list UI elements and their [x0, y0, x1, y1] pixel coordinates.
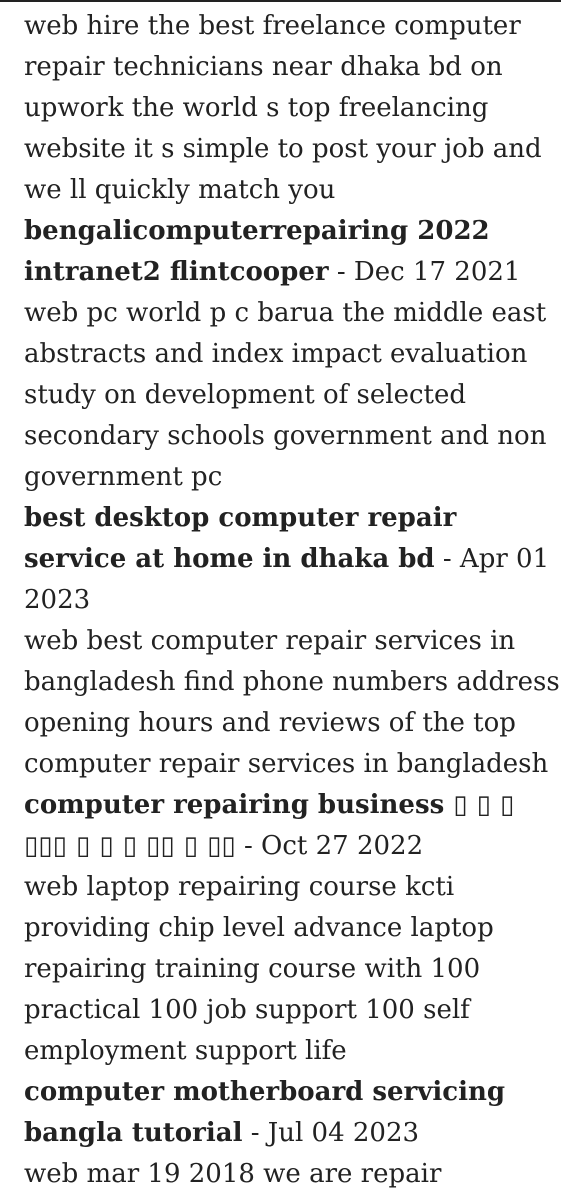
- entry-body: web laptop repairing course kcti providi…: [24, 872, 494, 1066]
- entry-date: Jul 04 2023: [267, 1118, 420, 1148]
- entry-body: web mar 19 2018 we are repair: [24, 1159, 442, 1189]
- entry-title[interactable]: best desktop computer repair service at …: [24, 503, 456, 574]
- entry: best desktop computer repair service at …: [24, 498, 562, 785]
- entry: bengalicomputerrepairing 2022 intranet2 …: [24, 211, 562, 498]
- entry: computer motherboard servicing bangla tu…: [24, 1072, 562, 1195]
- intro-paragraph: web hire the best freelance computer rep…: [24, 11, 542, 205]
- entry-date: Oct 27 2022: [261, 831, 424, 861]
- entry-body: web best computer repair services in ban…: [24, 626, 560, 779]
- entry-body: web pc world p c barua the middle east a…: [24, 298, 547, 492]
- entry-separator: -: [235, 831, 262, 861]
- entry-heading: bengalicomputerrepairing 2022 intranet2 …: [24, 211, 562, 293]
- entry-heading: best desktop computer repair service at …: [24, 498, 562, 621]
- entry-heading: computer repairing business ▯ ▯ ▯ ▯▯▯ ▯ …: [24, 785, 562, 867]
- entry: computer repairing business ▯ ▯ ▯ ▯▯▯ ▯ …: [24, 785, 562, 1072]
- entry-heading: computer motherboard servicing bangla tu…: [24, 1072, 562, 1154]
- entry-separator: -: [242, 1118, 268, 1148]
- entry-separator: -: [328, 257, 354, 287]
- entry-separator: -: [434, 544, 460, 574]
- top-divider: [0, 0, 561, 2]
- entry-date: Dec 17 2021: [353, 257, 521, 287]
- article-content: web hire the best freelance computer rep…: [24, 6, 562, 1195]
